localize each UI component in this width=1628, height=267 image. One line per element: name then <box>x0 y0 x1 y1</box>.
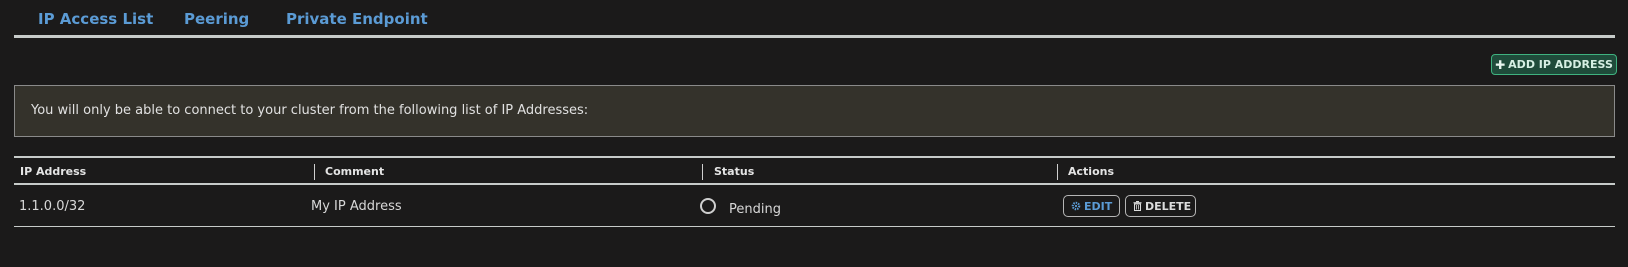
tab-peering[interactable]: Peering <box>184 10 249 28</box>
edit-label: EDIT <box>1084 199 1113 213</box>
table-row: 1.1.0.0/32 My IP Address Pending EDIT DE… <box>14 185 1615 227</box>
column-header-actions: Actions <box>1068 165 1114 178</box>
column-divider <box>1057 164 1058 180</box>
status-cell: Pending <box>700 194 781 217</box>
gear-icon <box>1071 201 1081 211</box>
ip-access-table: IP Address Comment Status Actions 1.1.0.… <box>14 156 1615 227</box>
empty-circle-icon <box>700 197 716 214</box>
plus-icon: ✚ <box>1495 57 1506 72</box>
add-ip-address-label: ADD IP ADDRESS <box>1508 58 1613 71</box>
column-header-status: Status <box>714 165 755 178</box>
column-header-comment: Comment <box>325 165 385 178</box>
delete-button[interactable]: DELETE <box>1125 195 1196 217</box>
status-label: Pending <box>729 202 781 217</box>
table-header: IP Address Comment Status Actions <box>14 158 1615 185</box>
ip-address-cell: 1.1.0.0/32 <box>19 199 86 214</box>
tab-ip-access-list[interactable]: IP Access List <box>38 10 153 28</box>
column-header-ip-address: IP Address <box>20 165 87 178</box>
trash-icon <box>1133 201 1142 211</box>
notice-text: You will only be able to connect to your… <box>31 103 589 118</box>
delete-label: DELETE <box>1145 199 1192 213</box>
edit-button[interactable]: EDIT <box>1063 195 1120 217</box>
column-divider <box>702 164 703 180</box>
tab-bar: IP Access List Peering Private Endpoint <box>14 0 1615 38</box>
add-ip-address-button[interactable]: ✚ ADD IP ADDRESS <box>1491 54 1617 75</box>
actions-cell: EDIT DELETE <box>1063 195 1196 217</box>
tab-private-endpoint[interactable]: Private Endpoint <box>286 10 428 28</box>
ip-access-notice: You will only be able to connect to your… <box>14 85 1615 137</box>
column-divider <box>314 164 315 180</box>
comment-cell: My IP Address <box>311 199 402 214</box>
